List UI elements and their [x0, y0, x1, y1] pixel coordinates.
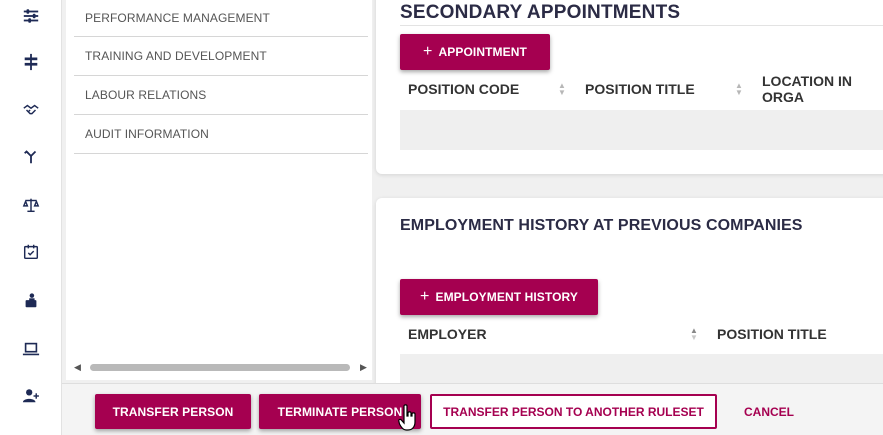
transfer-person-label: TRANSFER PERSON — [112, 404, 234, 419]
transfer-to-ruleset-button[interactable]: TRANSFER PERSON TO ANOTHER RULESET — [430, 394, 717, 429]
menu-item-label: TRAINING AND DEVELOPMENT — [85, 49, 267, 63]
transfer-to-ruleset-label: TRANSFER PERSON TO ANOTHER RULESET — [443, 404, 704, 419]
add-appointment-button[interactable]: + APPOINTMENT — [400, 34, 550, 70]
employment-history-title: EMPLOYMENT HISTORY AT PREVIOUS COMPANIES — [400, 217, 803, 234]
cancel-button[interactable]: CANCEL — [734, 394, 804, 429]
menu-item-labour-relations[interactable]: LABOUR RELATIONS — [74, 76, 368, 115]
secondary-appointments-title: SECONDARY APPOINTMENTS — [400, 2, 681, 23]
menu-item-label: AUDIT INFORMATION — [85, 127, 209, 141]
transfer-person-button[interactable]: TRANSFER PERSON — [95, 394, 251, 429]
person-laptop-icon[interactable] — [19, 289, 43, 313]
icon-rail — [0, 0, 62, 435]
history-table-header: EMPLOYER ▲ ▼ POSITION TITLE — [400, 319, 883, 349]
cancel-label: CANCEL — [744, 404, 794, 419]
section-menu-list: PERFORMANCE MANAGEMENT TRAINING AND DEVE… — [74, 0, 368, 154]
terminate-person-button[interactable]: TERMINATE PERSON — [259, 394, 421, 429]
menu-item-audit-information[interactable]: AUDIT INFORMATION — [74, 115, 368, 154]
column-header-position-title[interactable]: POSITION TITLE — [717, 326, 827, 342]
signpost-icon[interactable] — [19, 50, 43, 74]
scroll-left-arrow-icon[interactable]: ◀ — [74, 362, 81, 373]
laptop-icon[interactable] — [19, 337, 43, 361]
plus-icon: + — [420, 288, 430, 305]
menu-item-training-and-development[interactable]: TRAINING AND DEVELOPMENT — [74, 37, 368, 76]
menu-item-performance-management[interactable]: PERFORMANCE MANAGEMENT — [74, 0, 368, 37]
secondary-appointments-card: SECONDARY APPOINTMENTS + APPOINTMENT POSI… — [376, 0, 883, 174]
terminate-person-label: TERMINATE PERSON — [277, 404, 403, 419]
scales-icon[interactable] — [19, 193, 43, 217]
column-header-employer[interactable]: EMPLOYER — [408, 326, 487, 342]
add-appointment-label: APPOINTMENT — [438, 45, 527, 59]
scroll-right-arrow-icon[interactable]: ▶ — [360, 362, 367, 373]
menu-item-label: LABOUR RELATIONS — [85, 88, 207, 102]
sliders-icon[interactable] — [19, 4, 43, 28]
add-person-icon[interactable] — [19, 384, 43, 408]
column-header-position-title[interactable]: POSITION TITLE — [585, 81, 695, 97]
add-employment-history-button[interactable]: + EMPLOYMENT HISTORY — [400, 279, 598, 315]
plus-icon: + — [423, 43, 433, 60]
section-menu-panel: PERFORMANCE MANAGEMENT TRAINING AND DEVE… — [66, 0, 372, 380]
handshake-icon[interactable] — [19, 98, 43, 122]
employment-history-card: EMPLOYMENT HISTORY AT PREVIOUS COMPANIES… — [376, 198, 883, 398]
column-header-location[interactable]: LOCATION IN ORGA — [762, 73, 883, 105]
column-header-position-code[interactable]: POSITION CODE — [408, 81, 519, 97]
title-divider — [400, 25, 883, 26]
sort-icon[interactable]: ▲ ▼ — [735, 82, 743, 97]
sort-ascending-icon[interactable]: ▲ ▼ — [690, 327, 698, 342]
sort-icon[interactable]: ▲ ▼ — [558, 82, 566, 97]
calendar-check-icon[interactable] — [19, 240, 43, 264]
secondary-table-body — [400, 110, 883, 150]
add-employment-history-label: EMPLOYMENT HISTORY — [435, 290, 578, 304]
split-arrow-icon[interactable] — [19, 144, 43, 168]
scrollbar-thumb[interactable] — [90, 364, 350, 371]
action-footer: TRANSFER PERSON TERMINATE PERSON TRANSFE… — [62, 383, 883, 435]
menu-item-label: PERFORMANCE MANAGEMENT — [85, 10, 270, 25]
hand-cursor-icon — [398, 404, 418, 432]
menu-horizontal-scrollbar[interactable]: ◀ ▶ — [74, 361, 370, 373]
secondary-table-header: POSITION CODE ▲ ▼ POSITION TITLE ▲ ▼ LOCAT… — [400, 73, 883, 105]
